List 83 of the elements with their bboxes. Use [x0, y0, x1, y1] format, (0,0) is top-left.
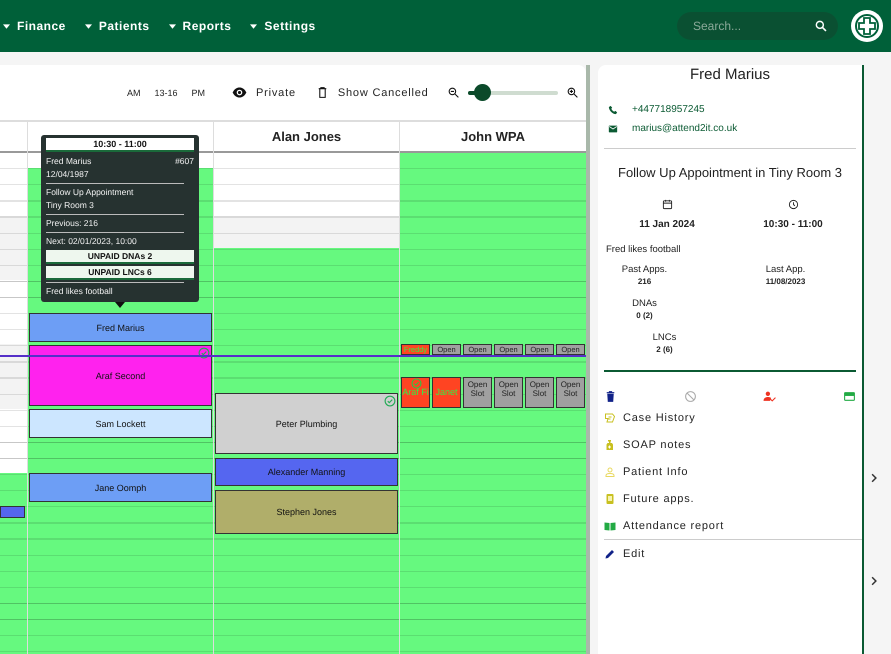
tooltip-time: 10:30 - 11:00 [46, 138, 194, 152]
menu-item[interactable]: Patient Info [604, 458, 688, 485]
stat-value: 11/08/2023 [766, 277, 806, 286]
person-check-icon[interactable] [763, 390, 776, 403]
patient-note: Fred likes football [605, 244, 682, 255]
slider-thumb[interactable] [474, 84, 492, 101]
slot-block[interactable]: Open Slot [556, 377, 585, 408]
clock-icon [788, 199, 798, 210]
search-icon [814, 19, 828, 33]
chevron-right-icon[interactable] [870, 576, 878, 586]
tooltip-text: Previous: 216 [46, 218, 98, 228]
chevron-right-icon[interactable] [870, 473, 878, 483]
appointment-block[interactable]: Jane Oomph [29, 473, 212, 502]
stat-label: DNAs [632, 298, 657, 309]
appointment-block[interactable]: Fred Marius [29, 313, 212, 342]
appointment-block[interactable] [0, 506, 25, 518]
trash-icon [316, 85, 329, 100]
phone-link[interactable]: +447718957245 [632, 104, 705, 115]
stat-value: 0 (2) [636, 311, 653, 320]
patient-name: Fred Marius [688, 66, 772, 84]
slot-block[interactable]: Open Slot [494, 377, 523, 408]
slot-block[interactable]: Open Slot [463, 377, 492, 408]
appointment-block[interactable]: Peter Plumbing [215, 393, 398, 454]
private-toggle[interactable]: Private [247, 86, 300, 98]
card-icon[interactable] [842, 390, 856, 403]
appointment-block[interactable]: Alexander Manning [215, 458, 398, 486]
caret-icon [84, 24, 92, 28]
tablet-icon [604, 492, 616, 504]
appointment-time: 10:30 - 11:00 [763, 219, 823, 230]
menu-item[interactable]: Finance [0, 19, 76, 33]
appointment-block[interactable]: Araf Second [29, 345, 212, 406]
tooltip-text: Fred likes football [46, 286, 113, 296]
menu-item[interactable]: Edit [604, 540, 646, 567]
phone-icon [608, 104, 618, 114]
menu-item[interactable]: SOAP notes [604, 431, 692, 458]
bottle-icon [604, 438, 616, 450]
zoom-in-icon[interactable] [566, 86, 579, 99]
menu-item[interactable]: Settings [247, 19, 326, 33]
unpaid-badge: UNPAID LNCs 6 [46, 266, 194, 280]
eye-icon [232, 85, 248, 100]
tooltip-text: 12/04/1987 [46, 169, 89, 179]
caret-icon [168, 24, 176, 28]
show-cancelled-toggle[interactable]: Show Cancelled [328, 86, 433, 98]
appointment-title: Follow Up Appointment in Tiny Room 3 [617, 165, 843, 180]
range-button[interactable]: 13-16 [148, 88, 185, 98]
appointment-block[interactable]: Sam Lockett [29, 409, 212, 438]
tooltip-text: Next: 02/01/2023, 10:00 [46, 236, 137, 246]
menu-item[interactable]: Patients [82, 19, 160, 33]
stat-value: 216 [638, 277, 652, 286]
column-header: Alan Jones [272, 129, 342, 144]
caret-icon [250, 24, 258, 28]
slot-block[interactable]: Open Slot [525, 377, 554, 408]
tooltip-pointer-icon [115, 302, 125, 308]
stat-label: Past Apps. [622, 264, 668, 275]
logo-icon[interactable] [851, 10, 883, 42]
column-header: John WPA [460, 129, 526, 144]
tooltip-text: #607 [175, 155, 194, 168]
range-button[interactable]: PM [184, 88, 212, 98]
stat-label: LNCs [652, 332, 676, 343]
menu-item[interactable]: Future apps. [604, 485, 694, 512]
menu-item[interactable]: Reports [166, 19, 242, 33]
search-field[interactable]: Search... [677, 12, 838, 40]
appointment-date: 11 Jan 2024 [639, 219, 695, 230]
menu-item[interactable]: Attendance report [604, 512, 724, 539]
range-button[interactable]: AM [120, 88, 148, 98]
email-link[interactable]: marius@attend2it.co.uk [632, 123, 738, 134]
stat-value: 2 (6) [656, 345, 673, 354]
tooltip-text: Follow Up Appointment [46, 187, 134, 197]
appointment-block[interactable]: Stephen Jones [215, 490, 398, 534]
caret-icon [3, 24, 10, 28]
trash-icon[interactable] [604, 390, 617, 403]
menu-item[interactable]: Case History [604, 404, 696, 431]
stat-label: Last App. [766, 264, 806, 275]
tooltip-text: Tiny Room 3 [46, 200, 94, 210]
book-icon [604, 520, 616, 532]
calendar-icon [662, 199, 672, 210]
pencil-icon [604, 548, 616, 560]
person-icon [604, 466, 616, 478]
zoom-out-icon[interactable] [446, 86, 460, 99]
unpaid-badge: UNPAID DNAs 2 [46, 250, 194, 264]
tooltip-text: Fred Marius [46, 155, 92, 168]
mail-icon [608, 124, 618, 134]
document-icon [604, 412, 616, 424]
